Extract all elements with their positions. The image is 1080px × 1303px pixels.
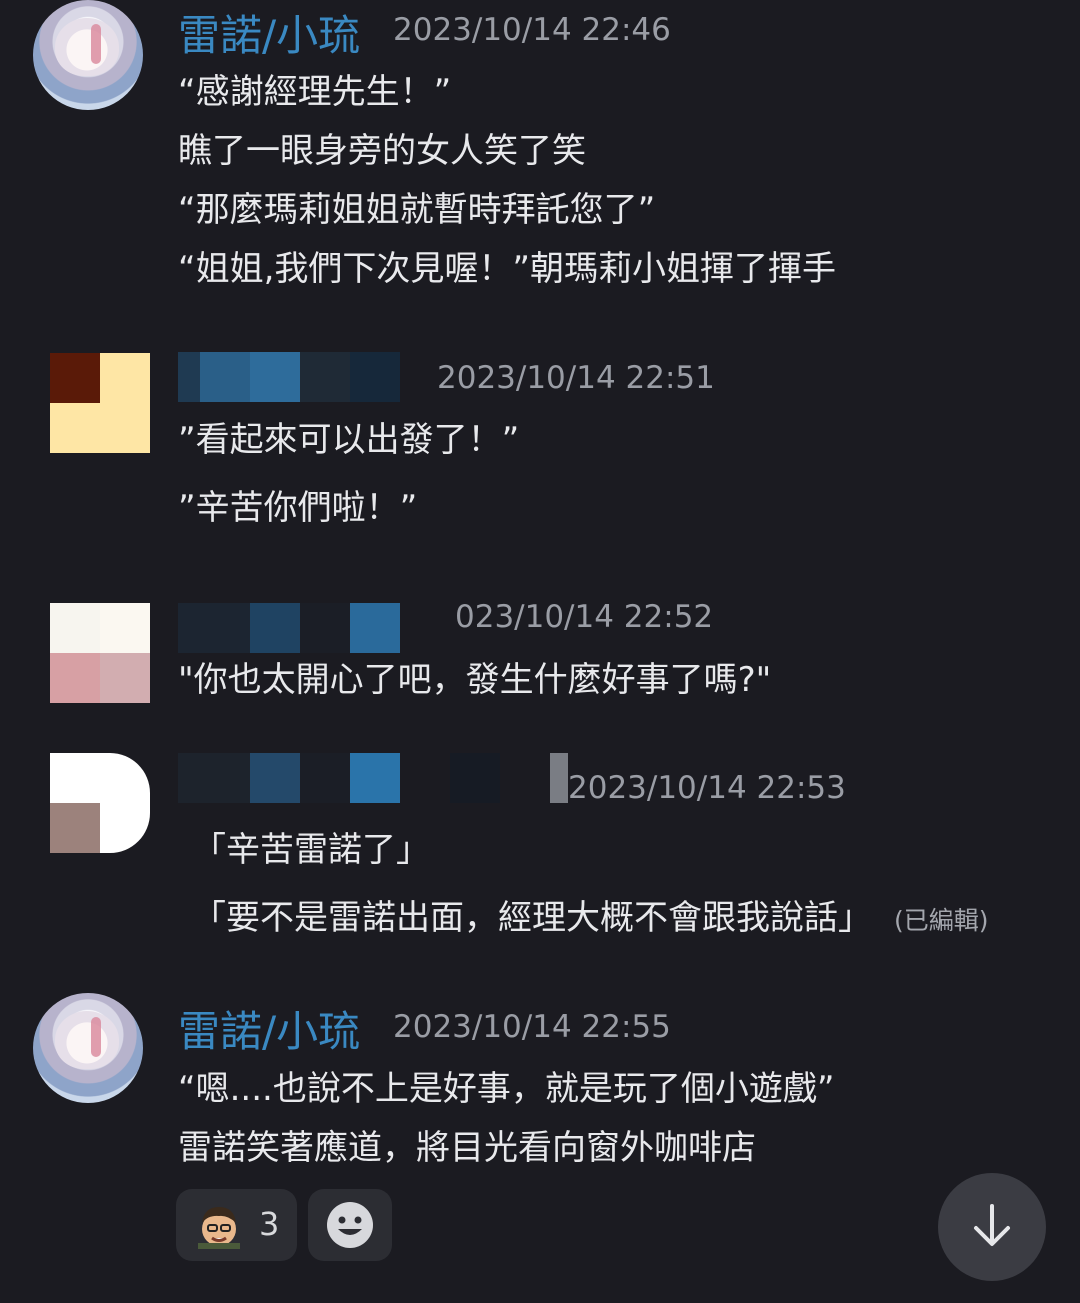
- timestamp: 2023/10/14 22:51: [437, 360, 715, 396]
- message-line: 雷諾笑著應道，將目光看向窗外咖啡店: [178, 1128, 756, 1168]
- timestamp: 2023/10/14 22:53: [568, 770, 846, 806]
- message-line: "你也太開心了吧，發生什麼好事了嗎?": [178, 660, 772, 700]
- avatar[interactable]: [33, 993, 143, 1103]
- add-reaction-button[interactable]: [308, 1189, 392, 1261]
- avatar[interactable]: [33, 0, 143, 110]
- reaction-button[interactable]: 3: [176, 1189, 297, 1261]
- timestamp: 2023/10/14 22:55: [393, 1009, 671, 1045]
- message-text: 「要不是雷諾出面，經理大概不會跟我說話」: [192, 898, 872, 938]
- message-line: ”辛苦你們啦！”: [178, 488, 418, 528]
- message-line: “感謝經理先生！”: [178, 72, 452, 112]
- message-line: 「辛苦雷諾了」: [192, 830, 430, 870]
- timestamp: 2023/10/14 22:46: [393, 12, 671, 48]
- reaction-count: 3: [259, 1205, 280, 1243]
- avatar[interactable]: [50, 603, 150, 703]
- message-line: “姐姐,我們下次見喔！”朝瑪莉小姐揮了揮手: [178, 249, 837, 289]
- add-reaction-smiley-icon: [325, 1200, 375, 1250]
- message-line: 瞧了一眼身旁的女人笑了笑: [178, 131, 586, 171]
- user-face-emoji-icon: [194, 1201, 244, 1249]
- edited-label: (已編輯): [894, 906, 989, 935]
- message-line: ”看起來可以出發了！”: [178, 420, 520, 460]
- avatar[interactable]: [50, 353, 150, 453]
- author-name[interactable]: 雷諾/小琉: [178, 2, 360, 63]
- message-line: 「要不是雷諾出面，經理大概不會跟我說話」 (已編輯): [192, 890, 989, 939]
- arrow-down-icon: [967, 1200, 1017, 1254]
- message-line: “那麼瑪莉姐姐就暫時拜託您了”: [178, 190, 656, 230]
- timestamp: 023/10/14 22:52: [455, 599, 714, 635]
- author-name[interactable]: 雷諾/小琉: [178, 998, 360, 1059]
- avatar[interactable]: [50, 753, 150, 853]
- scroll-to-bottom-button[interactable]: [938, 1173, 1046, 1281]
- message-line: “嗯....也說不上是好事，就是玩了個小遊戲”: [178, 1069, 835, 1109]
